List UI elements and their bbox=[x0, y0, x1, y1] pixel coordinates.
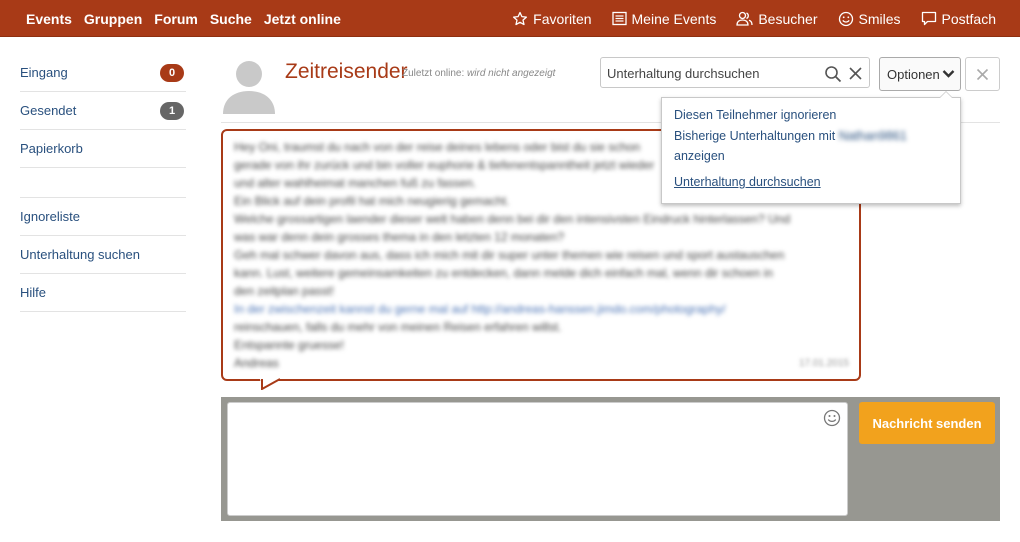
options-label: Optionen bbox=[887, 66, 940, 82]
clear-search-icon[interactable] bbox=[848, 66, 863, 81]
count-badge: 1 bbox=[160, 102, 184, 120]
close-icon bbox=[976, 68, 989, 80]
message-line: Geh mal schwer davon aus, dass ich mich … bbox=[234, 248, 785, 262]
message-line: Andreas bbox=[234, 356, 279, 370]
emoji-picker-icon[interactable] bbox=[823, 409, 841, 427]
smiley-icon bbox=[838, 11, 853, 26]
nav-events[interactable]: Events bbox=[26, 11, 72, 27]
chat-icon bbox=[921, 11, 936, 26]
nav-favoriten[interactable]: Favoriten bbox=[512, 10, 592, 27]
message-input[interactable] bbox=[227, 402, 848, 516]
chevron-down-icon bbox=[942, 70, 955, 78]
last-online-value: wird nicht angezeigt bbox=[467, 68, 556, 79]
menu-item-previous-partner: Nathan9861 bbox=[838, 129, 907, 143]
message-line: Welche grossartigen laender dieser welt … bbox=[234, 212, 791, 226]
avatar bbox=[223, 61, 275, 114]
send-message-button[interactable]: Nachricht senden bbox=[859, 402, 995, 444]
search-input[interactable] bbox=[607, 64, 817, 82]
nav-suche[interactable]: Suche bbox=[210, 11, 252, 27]
sidebar-item-label: Papierkorb bbox=[20, 141, 83, 156]
message-line: den zeitplan passt! bbox=[234, 284, 335, 298]
sidebar-item-label: Gesendet bbox=[20, 103, 77, 118]
users-icon bbox=[736, 11, 753, 26]
nav-meine-events-label: Meine Events bbox=[631, 10, 717, 27]
message-date: 17.01.2015 bbox=[798, 358, 849, 369]
compose-area: Nachricht senden bbox=[221, 397, 1000, 521]
menu-item-previous-conversations[interactable]: Bisherige Unterhaltungen mit Nathan9861 … bbox=[674, 126, 907, 166]
sidebar-item-label: Ignoreliste bbox=[20, 209, 80, 224]
sidebar-item-unterhaltung-suchen[interactable]: Unterhaltung suchen bbox=[20, 236, 186, 274]
nav-postfach[interactable]: Postfach bbox=[921, 11, 996, 27]
search-icon[interactable] bbox=[824, 65, 842, 83]
last-online-status: Zuletzt online: wird nicht angezeigt bbox=[402, 68, 555, 79]
list-icon bbox=[611, 11, 627, 26]
message-line-link[interactable]: In der zwischenzeit kannst du gerne mal … bbox=[234, 300, 854, 318]
star-icon bbox=[513, 11, 528, 25]
options-menu: Diesen Teilnehmer ignorieren Bisherige U… bbox=[661, 91, 961, 204]
nav-gruppen[interactable]: Gruppen bbox=[84, 11, 142, 27]
nav-meine-events[interactable]: Meine Events bbox=[611, 10, 717, 27]
sidebar-item-label: Hilfe bbox=[20, 285, 47, 300]
mailbox-sidebar: Eingang 0 Gesendet 1 Papierkorb Ignoreli… bbox=[20, 54, 186, 312]
nav-smiles[interactable]: Smiles bbox=[838, 11, 901, 27]
nav-postfach-label: Postfach bbox=[941, 10, 996, 27]
nav-forum[interactable]: Forum bbox=[154, 11, 198, 27]
menu-item-previous-text-end: anzeigen bbox=[674, 149, 725, 163]
message-line: kann. Lust, weitere gemeinsamkeiten zu e… bbox=[234, 266, 773, 280]
user-nav: Favoriten Meine Events Besucher Smiles P… bbox=[512, 0, 996, 37]
last-online-label: Zuletzt online: bbox=[402, 68, 465, 79]
nav-besucher-label: Besucher bbox=[758, 10, 818, 27]
message-line: reinschauen, falls du mehr von meinen Re… bbox=[234, 320, 562, 334]
menu-item-ignore[interactable]: Diesen Teilnehmer ignorieren bbox=[674, 105, 836, 125]
main-nav: Events Gruppen Forum Suche Jetzt online bbox=[26, 0, 341, 37]
nav-besucher[interactable]: Besucher bbox=[736, 10, 818, 27]
options-dropdown-button[interactable]: Optionen bbox=[879, 57, 961, 91]
top-navigation-bar: Events Gruppen Forum Suche Jetzt online … bbox=[0, 0, 1020, 37]
close-conversation-button[interactable] bbox=[965, 57, 1000, 91]
count-badge: 0 bbox=[160, 64, 184, 82]
menu-item-search-conversation[interactable]: Unterhaltung durchsuchen bbox=[674, 172, 821, 192]
nav-favoriten-label: Favoriten bbox=[533, 10, 592, 27]
sidebar-item-label: Unterhaltung suchen bbox=[20, 247, 140, 262]
sidebar-item-hilfe[interactable]: Hilfe bbox=[20, 274, 186, 312]
sidebar-item-eingang[interactable]: Eingang 0 bbox=[20, 54, 186, 92]
sidebar-item-gesendet[interactable]: Gesendet 1 bbox=[20, 92, 186, 130]
nav-jetzt-online[interactable]: Jetzt online bbox=[264, 11, 341, 27]
sidebar-divider bbox=[20, 168, 186, 198]
conversation-search bbox=[600, 57, 870, 88]
conversation-partner-name[interactable]: Zeitreisender bbox=[285, 60, 408, 84]
message-line: was war denn dein grosses thema in den l… bbox=[234, 230, 565, 244]
message-line: Entspannte gruesse! bbox=[234, 338, 345, 352]
nav-smiles-label: Smiles bbox=[858, 10, 901, 27]
bubble-tail bbox=[260, 378, 281, 390]
sidebar-item-papierkorb[interactable]: Papierkorb bbox=[20, 130, 186, 168]
menu-item-previous-text: Bisherige Unterhaltungen mit bbox=[674, 129, 836, 143]
sidebar-item-ignoreliste[interactable]: Ignoreliste bbox=[20, 198, 186, 236]
sidebar-item-label: Eingang bbox=[20, 65, 68, 80]
